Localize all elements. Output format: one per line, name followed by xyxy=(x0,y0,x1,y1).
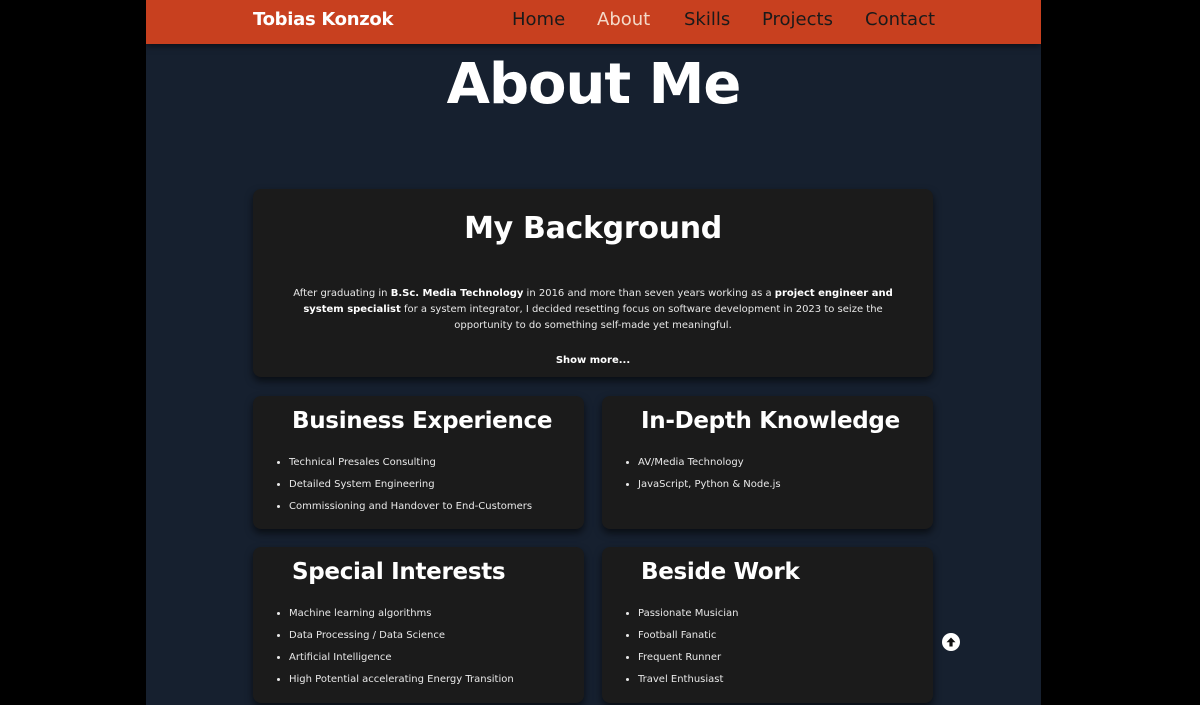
degree-highlight: B.Sc. Media Technology xyxy=(390,288,524,299)
beside-work-card: Beside Work Passionate Musician Football… xyxy=(602,547,933,703)
brand-name[interactable]: Tobias Konzok xyxy=(253,9,393,30)
background-text-part: After graduating in xyxy=(293,288,391,299)
beside-work-list: Passionate Musician Football Fanatic Fre… xyxy=(638,603,738,691)
in-depth-knowledge-card: In-Depth Knowledge AV/Media Technology J… xyxy=(602,396,933,529)
nav-link-home[interactable]: Home xyxy=(512,9,565,30)
nav-link-skills[interactable]: Skills xyxy=(684,9,730,30)
nav-link-projects[interactable]: Projects xyxy=(762,9,833,30)
list-item: Passionate Musician xyxy=(638,603,738,625)
background-text-part: for a system integrator, I decided reset… xyxy=(400,304,883,331)
business-experience-list: Technical Presales Consulting Detailed S… xyxy=(289,452,532,518)
list-item: JavaScript, Python & Node.js xyxy=(638,474,781,496)
list-item: Football Fanatic xyxy=(638,625,738,647)
special-interests-title: Special Interests xyxy=(292,559,506,585)
nav-link-about[interactable]: About xyxy=(597,9,650,30)
list-item: Frequent Runner xyxy=(638,647,738,669)
arrow-up-icon xyxy=(946,637,956,647)
business-experience-card: Business Experience Technical Presales C… xyxy=(253,396,584,529)
beside-work-title: Beside Work xyxy=(641,559,800,585)
special-interests-list: Machine learning algorithms Data Process… xyxy=(289,603,514,691)
nav-link-contact[interactable]: Contact xyxy=(865,9,935,30)
business-experience-title: Business Experience xyxy=(292,408,553,434)
special-interests-card: Special Interests Machine learning algor… xyxy=(253,547,584,703)
list-item: Travel Enthusiast xyxy=(638,669,738,691)
list-item: Data Processing / Data Science xyxy=(289,625,514,647)
in-depth-knowledge-list: AV/Media Technology JavaScript, Python &… xyxy=(638,452,781,496)
list-item: AV/Media Technology xyxy=(638,452,781,474)
background-text: After graduating in B.Sc. Media Technolo… xyxy=(283,286,903,334)
show-more-link[interactable]: Show more... xyxy=(253,355,933,366)
list-item: Detailed System Engineering xyxy=(289,474,532,496)
in-depth-knowledge-title: In-Depth Knowledge xyxy=(641,408,900,434)
page: Tobias Konzok Home About Skills Projects… xyxy=(146,0,1041,705)
list-item: High Potential accelerating Energy Trans… xyxy=(289,669,514,691)
scroll-to-top-button[interactable] xyxy=(942,633,960,651)
background-text-part: in 2016 and more than seven years workin… xyxy=(523,288,775,299)
background-card: My Background After graduating in B.Sc. … xyxy=(253,189,933,377)
list-item: Commissioning and Handover to End-Custom… xyxy=(289,496,532,518)
list-item: Machine learning algorithms xyxy=(289,603,514,625)
page-title: About Me xyxy=(446,52,742,117)
list-item: Artificial Intelligence xyxy=(289,647,514,669)
background-title: My Background xyxy=(464,211,722,246)
navbar: Tobias Konzok Home About Skills Projects… xyxy=(146,0,1041,44)
list-item: Technical Presales Consulting xyxy=(289,452,532,474)
